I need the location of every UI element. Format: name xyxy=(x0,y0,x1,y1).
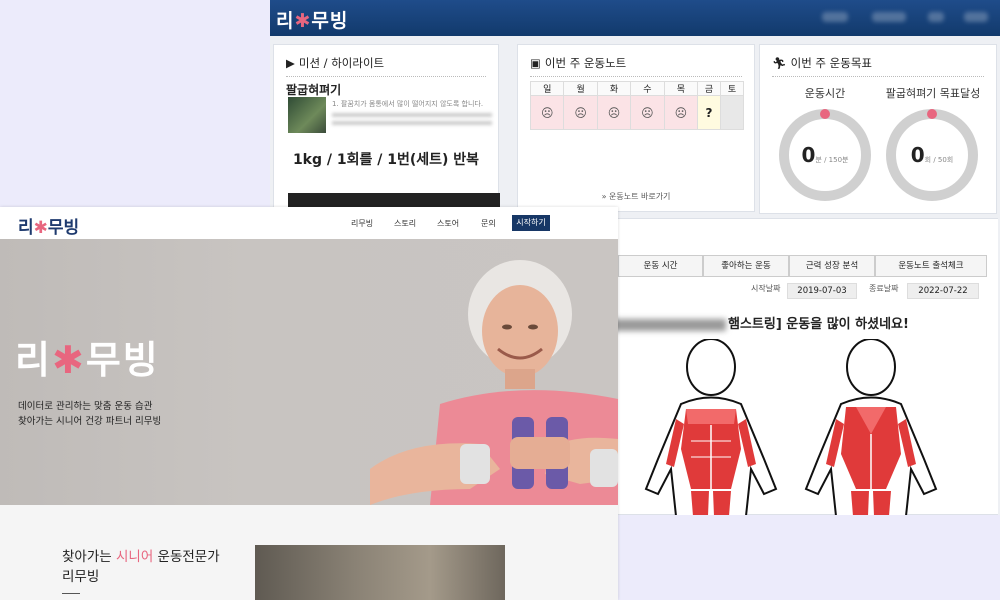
hero-banner: 리✱무빙 데이터로 관리하는 맞춤 운동 습관 찾아가는 시니어 건강 파트너 … xyxy=(0,239,618,505)
hero-logo: 리✱무빙 xyxy=(15,338,160,382)
divider xyxy=(530,76,742,77)
day-header: 금 xyxy=(697,81,721,96)
intro-section: 찾아가는 시니어 운동전문가 리무빙 xyxy=(0,505,618,600)
blurred-nav-item[interactable] xyxy=(928,12,944,22)
end-date-field[interactable]: 2022-07-22 xyxy=(907,283,979,299)
weekly-goal-card: 🏃︎ 이번 주 운동목표 운동시간 팔굽혀펴기 목표달성 0분 / 150분 0회… xyxy=(759,44,997,214)
running-icon: 🏃︎ xyxy=(772,56,787,70)
youtube-icon: ▶ xyxy=(286,56,295,70)
analysis-tabs: 운동 시간 좋아하는 운동 근력 성장 분석 운동노트 출석체크 xyxy=(611,255,999,277)
tab-exercise-time[interactable]: 운동 시간 xyxy=(618,255,703,277)
goal-title: 🏃︎ 이번 주 운동목표 xyxy=(772,56,872,70)
goal-label: 운동시간 xyxy=(804,87,846,100)
question-mark-icon[interactable]: ? xyxy=(697,95,721,130)
landing-logo[interactable]: 리✱무빙 xyxy=(18,213,79,238)
day-header: 일 xyxy=(529,81,565,96)
mission-title: ▶ 미션 / 하이라이트 xyxy=(286,56,385,70)
nav-item-removing[interactable]: 리무빙 xyxy=(351,218,373,229)
logo-figure-icon: ✱ xyxy=(294,10,312,32)
logo-figure-icon: ✱ xyxy=(33,218,48,238)
dashboard-logo[interactable]: 리✱무빙 xyxy=(276,6,348,33)
blurred-text xyxy=(611,318,726,331)
empty-day-cell[interactable] xyxy=(719,95,745,130)
section-title: 찾아가는 시니어 운동전문가 리무빙 xyxy=(62,549,220,585)
blurred-nav-item[interactable] xyxy=(872,12,906,22)
mission-card: ▶ 미션 / 하이라이트 팔굽혀펴기 1. 팔꿈치가 몸통에서 많이 떨어지지 않… xyxy=(273,44,500,213)
muscle-map-figure xyxy=(644,339,938,515)
divider xyxy=(62,593,80,594)
exercise-thumbnail[interactable] xyxy=(288,97,326,133)
day-header: 화 xyxy=(596,81,632,96)
body-front-figure xyxy=(644,339,778,515)
divider xyxy=(286,76,486,77)
goal-label: 팔굽혀펴기 목표달성 xyxy=(885,87,981,100)
day-header: 수 xyxy=(630,81,665,96)
analysis-headline: 햄스트링] 운동을 많이 하셨네요! xyxy=(611,313,909,332)
blurred-nav-item[interactable] xyxy=(964,12,988,22)
notebook-icon: ▣ xyxy=(530,56,541,70)
tagline-line: 찾아가는 시니어 건강 파트너 리무빙 xyxy=(18,416,162,427)
blurred-nav-item[interactable] xyxy=(822,12,848,22)
nav-item-story[interactable]: 스토리 xyxy=(394,218,416,229)
reps-text: 1kg / 1회를 / 1번(세트) 반복 xyxy=(292,152,480,168)
exercise-name: 팔굽혀펴기 xyxy=(286,83,342,97)
analysis-card: 운동 시간 좋아하는 운동 근력 성장 분석 운동노트 출석체크 시작날짜 20… xyxy=(610,218,998,515)
note-shortcut-link[interactable]: » 운동노트 바로가기 xyxy=(518,191,754,202)
tab-favorite-exercise[interactable]: 좋아하는 운동 xyxy=(703,255,789,277)
logo-text-a: 리 xyxy=(276,10,295,32)
tab-strength-analysis[interactable]: 근력 성장 분석 xyxy=(789,255,875,277)
senior-woman-photo xyxy=(370,260,618,505)
landing-window: 리✱무빙 리무빙 스토리 스토어 문의 시작하기 리✱무빙 데이터로 관리하는 … xyxy=(0,207,618,600)
logo-figure-icon: ✱ xyxy=(51,338,86,382)
nav-item-contact[interactable]: 문의 xyxy=(481,218,496,229)
day-header: 목 xyxy=(663,81,699,96)
start-button[interactable]: 시작하기 xyxy=(512,215,550,231)
hero-tagline: 데이터로 관리하는 맞춤 운동 습관 찾아가는 시니어 건강 파트너 리무빙 xyxy=(18,399,161,429)
blurred-description xyxy=(332,113,492,129)
nav-item-store[interactable]: 스토어 xyxy=(437,218,459,229)
note-title: ▣ 이번 주 운동노트 xyxy=(530,56,627,70)
body-back-figure xyxy=(804,339,938,515)
sad-face-icon[interactable]: ☹ xyxy=(663,95,699,130)
pushup-value: 0회 / 50회 xyxy=(910,143,954,167)
sad-face-icon[interactable]: ☹ xyxy=(596,95,632,130)
sad-face-icon[interactable]: ☹ xyxy=(630,95,665,130)
logo-text-b: 무빙 xyxy=(311,10,349,32)
end-date-label: 종료날짜 xyxy=(869,284,899,293)
start-date-field[interactable]: 2019-07-03 xyxy=(787,283,857,299)
progress-marker xyxy=(820,109,830,119)
progress-marker xyxy=(927,109,937,119)
sad-face-icon[interactable]: ☹ xyxy=(563,95,598,130)
weekly-note-card: ▣ 이번 주 운동노트 일 월 화 수 목 금 토 ☹ ☹ ☹ ☹ ☹ ? » … xyxy=(517,44,755,212)
sad-face-icon[interactable]: ☹ xyxy=(529,95,565,130)
time-value: 0분 / 150분 xyxy=(801,143,849,167)
start-date-label: 시작날짜 xyxy=(751,284,781,293)
week-table: 일 월 화 수 목 금 토 ☹ ☹ ☹ ☹ ☹ ? xyxy=(529,81,745,130)
tab-attendance[interactable]: 운동노트 출석체크 xyxy=(875,255,987,277)
dashboard-header: 리✱무빙 xyxy=(270,0,1000,36)
exercise-description: 1. 팔꿈치가 몸통에서 많이 떨어지지 않도록 합니다. xyxy=(332,100,484,108)
tagline-line: 데이터로 관리하는 맞춤 운동 습관 xyxy=(18,401,153,412)
landing-navbar: 리✱무빙 리무빙 스토리 스토어 문의 시작하기 xyxy=(0,207,618,239)
divider xyxy=(772,76,984,77)
gym-photo xyxy=(255,545,505,600)
day-header: 월 xyxy=(563,81,598,96)
day-header: 토 xyxy=(719,81,745,96)
